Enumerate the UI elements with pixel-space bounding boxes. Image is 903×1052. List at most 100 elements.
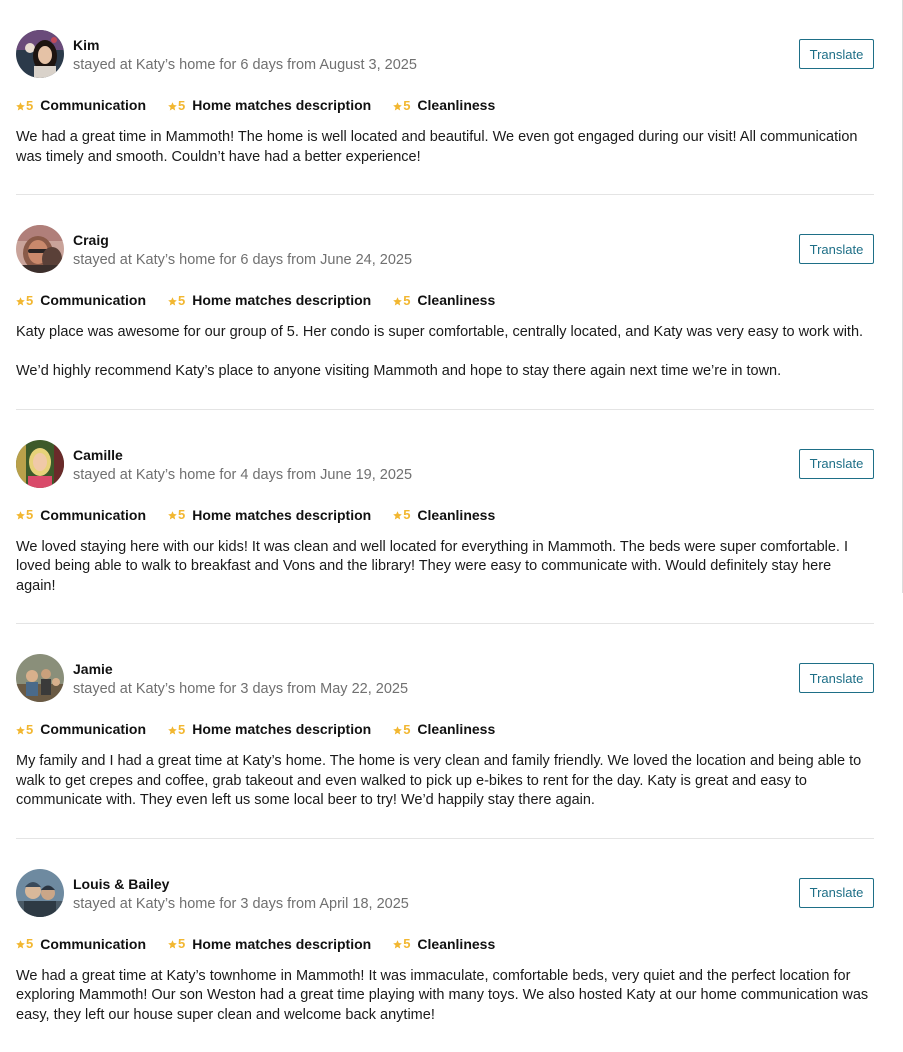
rating-score: 5 xyxy=(178,722,185,737)
reviewer-name: Craig xyxy=(73,231,412,249)
review-paragraph: Katy place was awesome for our group of … xyxy=(16,323,874,343)
rating-label: Home matches description xyxy=(192,507,371,523)
rating-home-matches-description: 5 Home matches description xyxy=(168,721,371,737)
stay-details: stayed at Katy’s home for 3 days from Ap… xyxy=(73,894,409,914)
stay-details: stayed at Katy’s home for 6 days from Au… xyxy=(73,55,417,75)
rating-score: 5 xyxy=(26,722,33,737)
rating-label: Home matches description xyxy=(192,936,371,952)
rating-score: 5 xyxy=(178,507,185,522)
rating-label: Cleanliness xyxy=(417,721,495,737)
review-paragraph: My family and I had a great time at Katy… xyxy=(16,752,874,811)
rating-label: Communication xyxy=(40,721,146,737)
review-header: Craig stayed at Katy’s home for 6 days f… xyxy=(16,225,874,273)
avatar xyxy=(16,654,64,702)
rating-home-matches-description: 5 Home matches description xyxy=(168,936,371,952)
stay-details: stayed at Katy’s home for 4 days from Ju… xyxy=(73,465,412,485)
rating-label: Communication xyxy=(40,292,146,308)
translate-button[interactable]: Translate xyxy=(799,39,874,69)
star-icon xyxy=(168,297,177,306)
star-icon xyxy=(16,297,25,306)
rating-score: 5 xyxy=(26,98,33,113)
rating-cleanliness: 5 Cleanliness xyxy=(393,721,495,737)
reviews-list: Kim stayed at Katy’s home for 6 days fro… xyxy=(16,0,874,1052)
star-icon xyxy=(393,726,402,735)
rating-label: Cleanliness xyxy=(417,292,495,308)
rating-score: 5 xyxy=(403,722,410,737)
avatar xyxy=(16,869,64,917)
star-icon xyxy=(393,297,402,306)
rating-label: Cleanliness xyxy=(417,507,495,523)
ratings-row: 5 Communication 5 Home matches descripti… xyxy=(16,506,874,524)
review-header: Kim stayed at Katy’s home for 6 days fro… xyxy=(16,30,874,78)
review-text: Katy place was awesome for our group of … xyxy=(16,323,874,382)
rating-label: Home matches description xyxy=(192,292,371,308)
rating-communication: 5 Communication xyxy=(16,97,146,113)
avatar xyxy=(16,225,64,273)
star-icon xyxy=(168,726,177,735)
review-header: Jamie stayed at Katy’s home for 3 days f… xyxy=(16,654,874,702)
rating-score: 5 xyxy=(178,98,185,113)
avatar xyxy=(16,30,64,78)
review-paragraph: We’d highly recommend Katy’s place to an… xyxy=(16,362,874,382)
star-icon xyxy=(16,940,25,949)
rating-score: 5 xyxy=(178,293,185,308)
star-icon xyxy=(16,726,25,735)
rating-cleanliness: 5 Cleanliness xyxy=(393,97,495,113)
reviewer-name: Kim xyxy=(73,36,417,54)
review-text: We had a great time in Mammoth! The home… xyxy=(16,128,874,167)
review-card: Jamie stayed at Katy’s home for 3 days f… xyxy=(16,624,874,839)
rating-label: Home matches description xyxy=(192,97,371,113)
star-icon xyxy=(16,511,25,520)
star-icon xyxy=(168,940,177,949)
rating-communication: 5 Communication xyxy=(16,507,146,523)
translate-button[interactable]: Translate xyxy=(799,663,874,693)
translate-button[interactable]: Translate xyxy=(799,878,874,908)
rating-score: 5 xyxy=(403,293,410,308)
star-icon xyxy=(16,102,25,111)
review-paragraph: We had a great time in Mammoth! The home… xyxy=(16,128,874,167)
rating-communication: 5 Communication xyxy=(16,292,146,308)
star-icon xyxy=(393,940,402,949)
rating-label: Communication xyxy=(40,97,146,113)
review-text: We loved staying here with our kids! It … xyxy=(16,538,874,597)
rating-score: 5 xyxy=(26,507,33,522)
review-card: Craig stayed at Katy’s home for 6 days f… xyxy=(16,195,874,410)
rating-communication: 5 Communication xyxy=(16,721,146,737)
review-card: Camille stayed at Katy’s home for 4 days… xyxy=(16,410,874,625)
ratings-row: 5 Communication 5 Home matches descripti… xyxy=(16,291,874,309)
reviewer-name: Camille xyxy=(73,446,412,464)
reviewer-name: Jamie xyxy=(73,660,408,678)
stay-details: stayed at Katy’s home for 6 days from Ju… xyxy=(73,250,412,270)
rating-score: 5 xyxy=(26,293,33,308)
rating-score: 5 xyxy=(403,507,410,522)
review-text: My family and I had a great time at Katy… xyxy=(16,752,874,811)
rating-cleanliness: 5 Cleanliness xyxy=(393,507,495,523)
reviewer-name: Louis & Bailey xyxy=(73,875,409,893)
review-header: Camille stayed at Katy’s home for 4 days… xyxy=(16,440,874,488)
rating-label: Communication xyxy=(40,507,146,523)
rating-label: Communication xyxy=(40,936,146,952)
review-card: Kim stayed at Katy’s home for 6 days fro… xyxy=(16,0,874,195)
rating-cleanliness: 5 Cleanliness xyxy=(393,936,495,952)
rating-score: 5 xyxy=(403,936,410,951)
rating-home-matches-description: 5 Home matches description xyxy=(168,507,371,523)
rating-communication: 5 Communication xyxy=(16,936,146,952)
review-header: Louis & Bailey stayed at Katy’s home for… xyxy=(16,869,874,917)
review-paragraph: We loved staying here with our kids! It … xyxy=(16,538,874,597)
review-card: Louis & Bailey stayed at Katy’s home for… xyxy=(16,839,874,1052)
rating-score: 5 xyxy=(178,936,185,951)
star-icon xyxy=(393,511,402,520)
review-text: We had a great time at Katy’s townhome i… xyxy=(16,967,874,1026)
rating-label: Cleanliness xyxy=(417,936,495,952)
rating-score: 5 xyxy=(403,98,410,113)
translate-button[interactable]: Translate xyxy=(799,234,874,264)
translate-button[interactable]: Translate xyxy=(799,449,874,479)
ratings-row: 5 Communication 5 Home matches descripti… xyxy=(16,96,874,114)
stay-details: stayed at Katy’s home for 3 days from Ma… xyxy=(73,679,408,699)
rating-score: 5 xyxy=(26,936,33,951)
star-icon xyxy=(168,511,177,520)
rating-label: Cleanliness xyxy=(417,97,495,113)
rating-label: Home matches description xyxy=(192,721,371,737)
avatar xyxy=(16,440,64,488)
rating-home-matches-description: 5 Home matches description xyxy=(168,97,371,113)
